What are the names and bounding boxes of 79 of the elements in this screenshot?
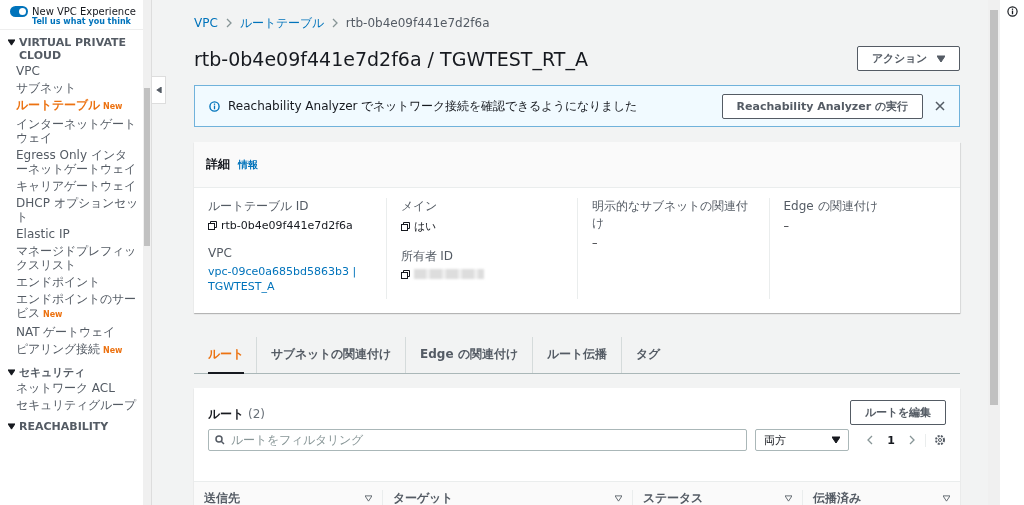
field-label: 所有者 ID bbox=[400, 248, 455, 265]
sidebar-item[interactable]: マネージドプレフィックスリスト bbox=[0, 243, 140, 274]
sidebar-item[interactable]: Egress Only インターネットゲートウェイ bbox=[0, 147, 140, 178]
search-icon bbox=[215, 435, 225, 445]
feedback-link[interactable]: Tell us what you think bbox=[32, 17, 137, 26]
sidebar-item[interactable]: DHCP オプションセット bbox=[0, 195, 140, 226]
section-title: VIRTUAL PRIVATE CLOUD bbox=[19, 36, 128, 62]
caret-icon[interactable] bbox=[8, 369, 15, 376]
edit-routes-button[interactable]: ルートを編集 bbox=[850, 400, 946, 425]
sort-icon[interactable] bbox=[785, 495, 792, 502]
tab[interactable]: サブネットの関連付け bbox=[271, 337, 391, 374]
field-label: 明示的なサブネットの関連付け bbox=[592, 198, 749, 232]
column-header[interactable]: ターゲット bbox=[393, 490, 453, 505]
sort-icon[interactable] bbox=[615, 495, 622, 502]
column-header[interactable]: 送信先 bbox=[204, 490, 240, 505]
sidebar-item[interactable]: エンドポイント bbox=[0, 274, 140, 291]
sidebar-item[interactable]: キャリアゲートウェイ bbox=[0, 178, 140, 195]
next-page-button[interactable] bbox=[909, 435, 915, 445]
card-title: ルート bbox=[208, 406, 244, 421]
alert-message: Reachability Analyzer でネットワーク接続を確認できるようになりました bbox=[228, 97, 639, 115]
route-count: (2) bbox=[248, 406, 265, 421]
chevron-icon bbox=[225, 18, 232, 28]
sidebar-item[interactable]: ピアリング接続 New bbox=[0, 341, 140, 360]
sidebar-item[interactable]: インターネットゲートウェイ bbox=[0, 116, 140, 147]
caret-icon[interactable] bbox=[832, 436, 841, 444]
experience-label: New VPC Experience bbox=[32, 6, 136, 17]
sidebar-item[interactable]: Elastic IP bbox=[0, 226, 140, 243]
tab[interactable]: Edge の関連付け bbox=[420, 337, 518, 374]
breadcrumb-link[interactable]: VPC bbox=[194, 16, 218, 30]
sort-icon[interactable] bbox=[365, 495, 372, 502]
direction-select[interactable]: 両方 bbox=[755, 429, 850, 451]
sidebar-item[interactable]: サブネット bbox=[0, 80, 140, 97]
field-label: ルートテーブル ID bbox=[208, 198, 310, 215]
previous-page-button[interactable] bbox=[867, 435, 874, 445]
page-number[interactable]: 1 bbox=[887, 433, 895, 447]
chevron-icon bbox=[331, 18, 338, 28]
sidebar-item[interactable]: エンドポイントのサービス New bbox=[0, 291, 140, 324]
copy-icon[interactable] bbox=[400, 222, 410, 231]
caret-icon[interactable] bbox=[937, 54, 945, 63]
sidebar-item[interactable]: ネットワーク ACL bbox=[0, 380, 140, 397]
breadcrumb-link[interactable]: ルートテーブル bbox=[239, 14, 324, 32]
info-icon bbox=[209, 100, 220, 112]
copy-icon[interactable] bbox=[208, 221, 217, 230]
search-field[interactable]: ルートをフィルタリング bbox=[208, 429, 748, 451]
field-value: – bbox=[592, 236, 599, 249]
scrollbar[interactable] bbox=[143, 0, 151, 505]
collapse-arrow-icon[interactable] bbox=[155, 87, 162, 93]
column-header[interactable]: ステータス bbox=[643, 490, 703, 505]
card-title: 詳細 bbox=[206, 156, 230, 173]
section-title: REACHABILITY bbox=[19, 420, 109, 433]
info-link[interactable]: 情報 bbox=[238, 157, 258, 172]
vpc-link[interactable]: vpc-09ce0a685bd5863b3 | TGWTEST_A bbox=[208, 264, 372, 294]
sidebar-item[interactable]: VPC bbox=[0, 63, 140, 80]
page-title: rtb-0b4e09f441e7d2f6a / TGWTEST_RT_A bbox=[194, 47, 588, 70]
collapse-button[interactable] bbox=[152, 76, 166, 104]
tab[interactable]: タグ bbox=[635, 337, 660, 374]
copy-icon[interactable] bbox=[400, 269, 410, 279]
tab[interactable]: ルート伝播 bbox=[546, 337, 607, 374]
field-value: rtb-0b4e09f441e7d2f6a bbox=[221, 219, 353, 232]
field-value: – bbox=[783, 219, 790, 232]
column-header[interactable]: 伝播済み bbox=[813, 490, 861, 505]
sidebar-item[interactable]: セキュリティグループ bbox=[0, 397, 140, 414]
sort-icon[interactable] bbox=[943, 495, 950, 502]
field-value: はい bbox=[413, 219, 436, 234]
actions-button[interactable]: アクション bbox=[857, 46, 960, 71]
toggle-switch[interactable] bbox=[10, 6, 28, 17]
caret-icon[interactable] bbox=[8, 423, 15, 430]
field-label: メイン bbox=[400, 198, 438, 215]
field-label: VPC bbox=[208, 246, 233, 260]
field-label: Edge の関連付け bbox=[783, 198, 879, 215]
breadcrumb-current[interactable]: rtb-0b4e09f441e7d2f6a bbox=[345, 16, 490, 30]
redacted-value bbox=[413, 269, 484, 279]
caret-icon[interactable] bbox=[8, 39, 15, 46]
section-title: セキュリティ bbox=[19, 366, 85, 379]
close-icon bbox=[935, 101, 945, 111]
analyzer-button[interactable]: Reachability Analyzer の実行 bbox=[721, 93, 923, 119]
info-icon[interactable] bbox=[1006, 6, 1018, 17]
sidebar-item[interactable]: NAT ゲートウェイ bbox=[0, 324, 140, 341]
settings-icon[interactable] bbox=[934, 434, 946, 446]
